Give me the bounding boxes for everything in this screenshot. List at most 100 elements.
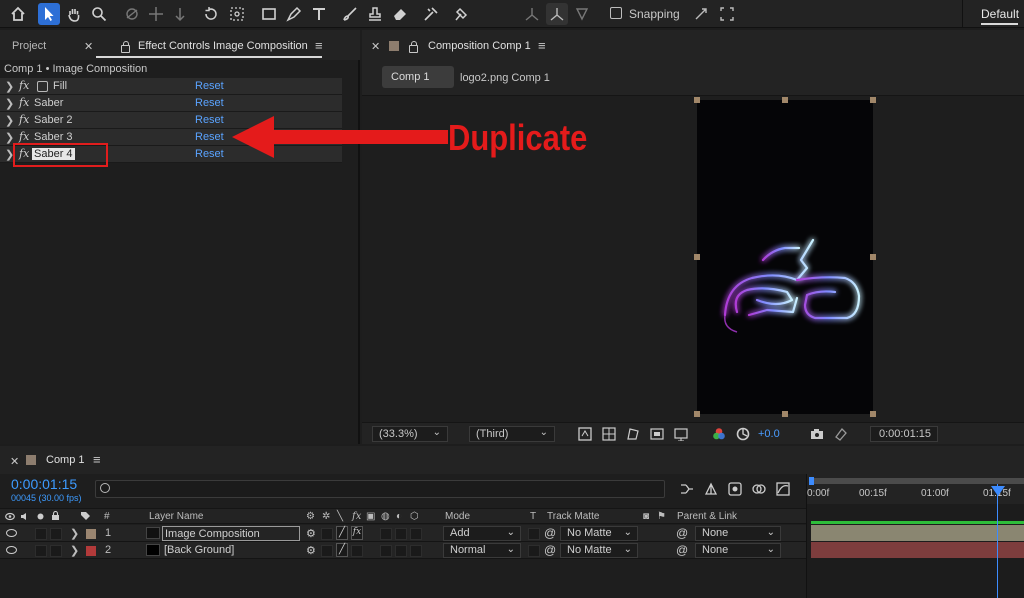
panel-menu-icon[interactable]: ≡ xyxy=(93,452,101,467)
transform-handle[interactable] xyxy=(870,254,876,260)
tab-effect-controls[interactable]: Effect Controls Image Composition xyxy=(138,40,308,52)
column-mode[interactable]: Mode xyxy=(445,511,470,522)
eye-icon[interactable] xyxy=(6,546,17,554)
switch-adjustment-icon[interactable]: ◐ xyxy=(396,511,402,522)
column-track-matte[interactable]: Track Matte xyxy=(547,511,599,522)
collapse-switch[interactable] xyxy=(321,528,333,540)
brush-icon[interactable] xyxy=(339,3,361,25)
fx-icon[interactable]: fx xyxy=(19,130,29,143)
transform-handle[interactable] xyxy=(694,254,700,260)
track-matte-pickwhip-icon[interactable]: @ xyxy=(544,543,556,557)
quality-switch[interactable]: ╱ xyxy=(336,526,348,540)
effect-row-fill[interactable]: ❯ fx Fill Reset xyxy=(0,78,342,95)
type-icon[interactable] xyxy=(308,3,330,25)
solo-switch[interactable] xyxy=(35,545,47,557)
preserve-transparency-switch[interactable] xyxy=(528,545,540,557)
lock-switch[interactable] xyxy=(50,528,62,540)
transform-handle[interactable] xyxy=(782,97,788,103)
lock-icon[interactable] xyxy=(51,511,60,521)
dolly-icon[interactable] xyxy=(169,3,191,25)
exposure-value[interactable]: +0.0 xyxy=(758,428,780,440)
resolution-dropdown[interactable]: (Third) ⌄ xyxy=(469,426,555,442)
snap-edges-icon[interactable] xyxy=(690,3,712,25)
solo-icon[interactable] xyxy=(36,512,45,521)
chevron-right-icon[interactable]: ❯ xyxy=(70,544,79,557)
puppet-icon[interactable] xyxy=(450,3,472,25)
layer-label-color[interactable] xyxy=(86,546,96,556)
effect-row-saber[interactable]: ❯ fx Saber Reset xyxy=(0,95,342,112)
tab-composition[interactable]: Composition Comp 1 xyxy=(428,40,531,52)
chevron-right-icon[interactable]: ❯ xyxy=(5,80,14,93)
tab-timeline-comp-1[interactable]: Comp 1 xyxy=(46,454,85,466)
eraser-icon[interactable] xyxy=(389,3,411,25)
panel-menu-icon[interactable]: ≡ xyxy=(315,38,323,53)
layer-duration-bar[interactable] xyxy=(811,542,1024,558)
layer-search-input[interactable] xyxy=(95,480,665,498)
parent-dropdown[interactable]: None ⌄ xyxy=(695,543,781,558)
snap-features-icon[interactable] xyxy=(716,3,738,25)
3d-switch[interactable] xyxy=(410,528,422,540)
pen-icon[interactable] xyxy=(283,3,305,25)
blend-mode-dropdown[interactable]: Add ⌄ xyxy=(443,526,521,541)
blend-mode-dropdown[interactable]: Normal ⌄ xyxy=(443,543,521,558)
adjustment-switch[interactable] xyxy=(395,545,407,557)
view-axis-icon[interactable] xyxy=(571,3,593,25)
playhead-handle[interactable] xyxy=(991,486,1005,496)
reset-link[interactable]: Reset xyxy=(195,131,224,143)
track-matte-dropdown[interactable]: No Matte ⌄ xyxy=(560,526,638,541)
home-icon[interactable] xyxy=(7,3,29,25)
transform-handle[interactable] xyxy=(870,97,876,103)
close-icon[interactable]: ✕ xyxy=(10,455,19,468)
parent-pickwhip-icon[interactable]: @ xyxy=(676,526,688,540)
magnification-dropdown[interactable]: (33.3%) ⌄ xyxy=(372,426,448,442)
chevron-right-icon[interactable]: ❯ xyxy=(5,114,14,127)
switch-3d-icon[interactable]: ⬡ xyxy=(410,511,419,522)
speaker-icon[interactable] xyxy=(20,512,30,521)
orbit-icon[interactable] xyxy=(121,3,143,25)
pan-icon[interactable] xyxy=(145,3,167,25)
reset-link[interactable]: Reset xyxy=(195,80,224,92)
chevron-right-icon[interactable]: ❯ xyxy=(70,527,79,540)
selection-icon[interactable] xyxy=(38,3,60,25)
work-area-bar[interactable] xyxy=(809,477,1024,485)
transform-handle[interactable] xyxy=(870,411,876,417)
shy-switch-icon[interactable]: ⚙ xyxy=(306,527,316,540)
track-matte-dropdown[interactable]: No Matte ⌄ xyxy=(560,543,638,558)
switch-frame-blend-icon[interactable]: ▣ xyxy=(366,511,375,522)
fx-icon[interactable]: fx xyxy=(19,96,29,109)
adjustment-switch[interactable] xyxy=(395,528,407,540)
switch-quality-icon[interactable]: ╲ xyxy=(337,511,343,522)
logo-comp-breadcrumb[interactable]: logo2.png Comp 1 xyxy=(460,72,550,84)
transform-handle[interactable] xyxy=(782,411,788,417)
snapping-checkbox[interactable] xyxy=(610,7,622,19)
current-time-display[interactable]: 0:00:01:15 xyxy=(11,476,77,492)
layer-label-color[interactable] xyxy=(86,529,96,539)
draft-3d-icon[interactable] xyxy=(704,482,718,496)
label-tag-icon[interactable] xyxy=(80,511,91,522)
panel-menu-icon[interactable]: ≡ xyxy=(538,38,546,53)
transparency-grid-icon[interactable] xyxy=(602,427,616,441)
transform-handle[interactable] xyxy=(694,411,700,417)
timeline-track-area[interactable]: 0:00f 00:15f 01:00f 01:15f xyxy=(806,474,1024,598)
column-layer-name[interactable]: Layer Name xyxy=(149,511,203,522)
track-matte-alpha-icon[interactable]: ◙ xyxy=(643,511,649,522)
anchor-icon[interactable] xyxy=(226,3,248,25)
rectangle-icon[interactable] xyxy=(258,3,280,25)
region-of-interest-icon[interactable] xyxy=(650,427,664,441)
zoom-icon[interactable] xyxy=(88,3,110,25)
motion-blur-switch[interactable] xyxy=(380,545,392,557)
local-axis-icon[interactable] xyxy=(521,3,543,25)
color-channels-icon[interactable] xyxy=(712,427,726,441)
table-row[interactable]: ❯ 2 [Back Ground] ⚙ ╱ Normal ⌄ @ No Matt… xyxy=(0,542,806,559)
clone-stamp-icon[interactable] xyxy=(364,3,386,25)
layer-name[interactable]: [Back Ground] xyxy=(162,543,300,558)
mask-visibility-icon[interactable] xyxy=(626,427,640,441)
eye-icon[interactable] xyxy=(5,512,15,521)
hand-icon[interactable] xyxy=(63,3,85,25)
tab-project[interactable]: Project xyxy=(12,40,46,52)
switch-shy-icon[interactable]: ⚙ xyxy=(306,511,315,522)
parent-pickwhip-icon[interactable]: @ xyxy=(676,543,688,557)
comp-1-breadcrumb-button[interactable]: Comp 1 xyxy=(382,66,454,88)
parent-dropdown[interactable]: None ⌄ xyxy=(695,526,781,541)
3d-switch[interactable] xyxy=(410,545,422,557)
